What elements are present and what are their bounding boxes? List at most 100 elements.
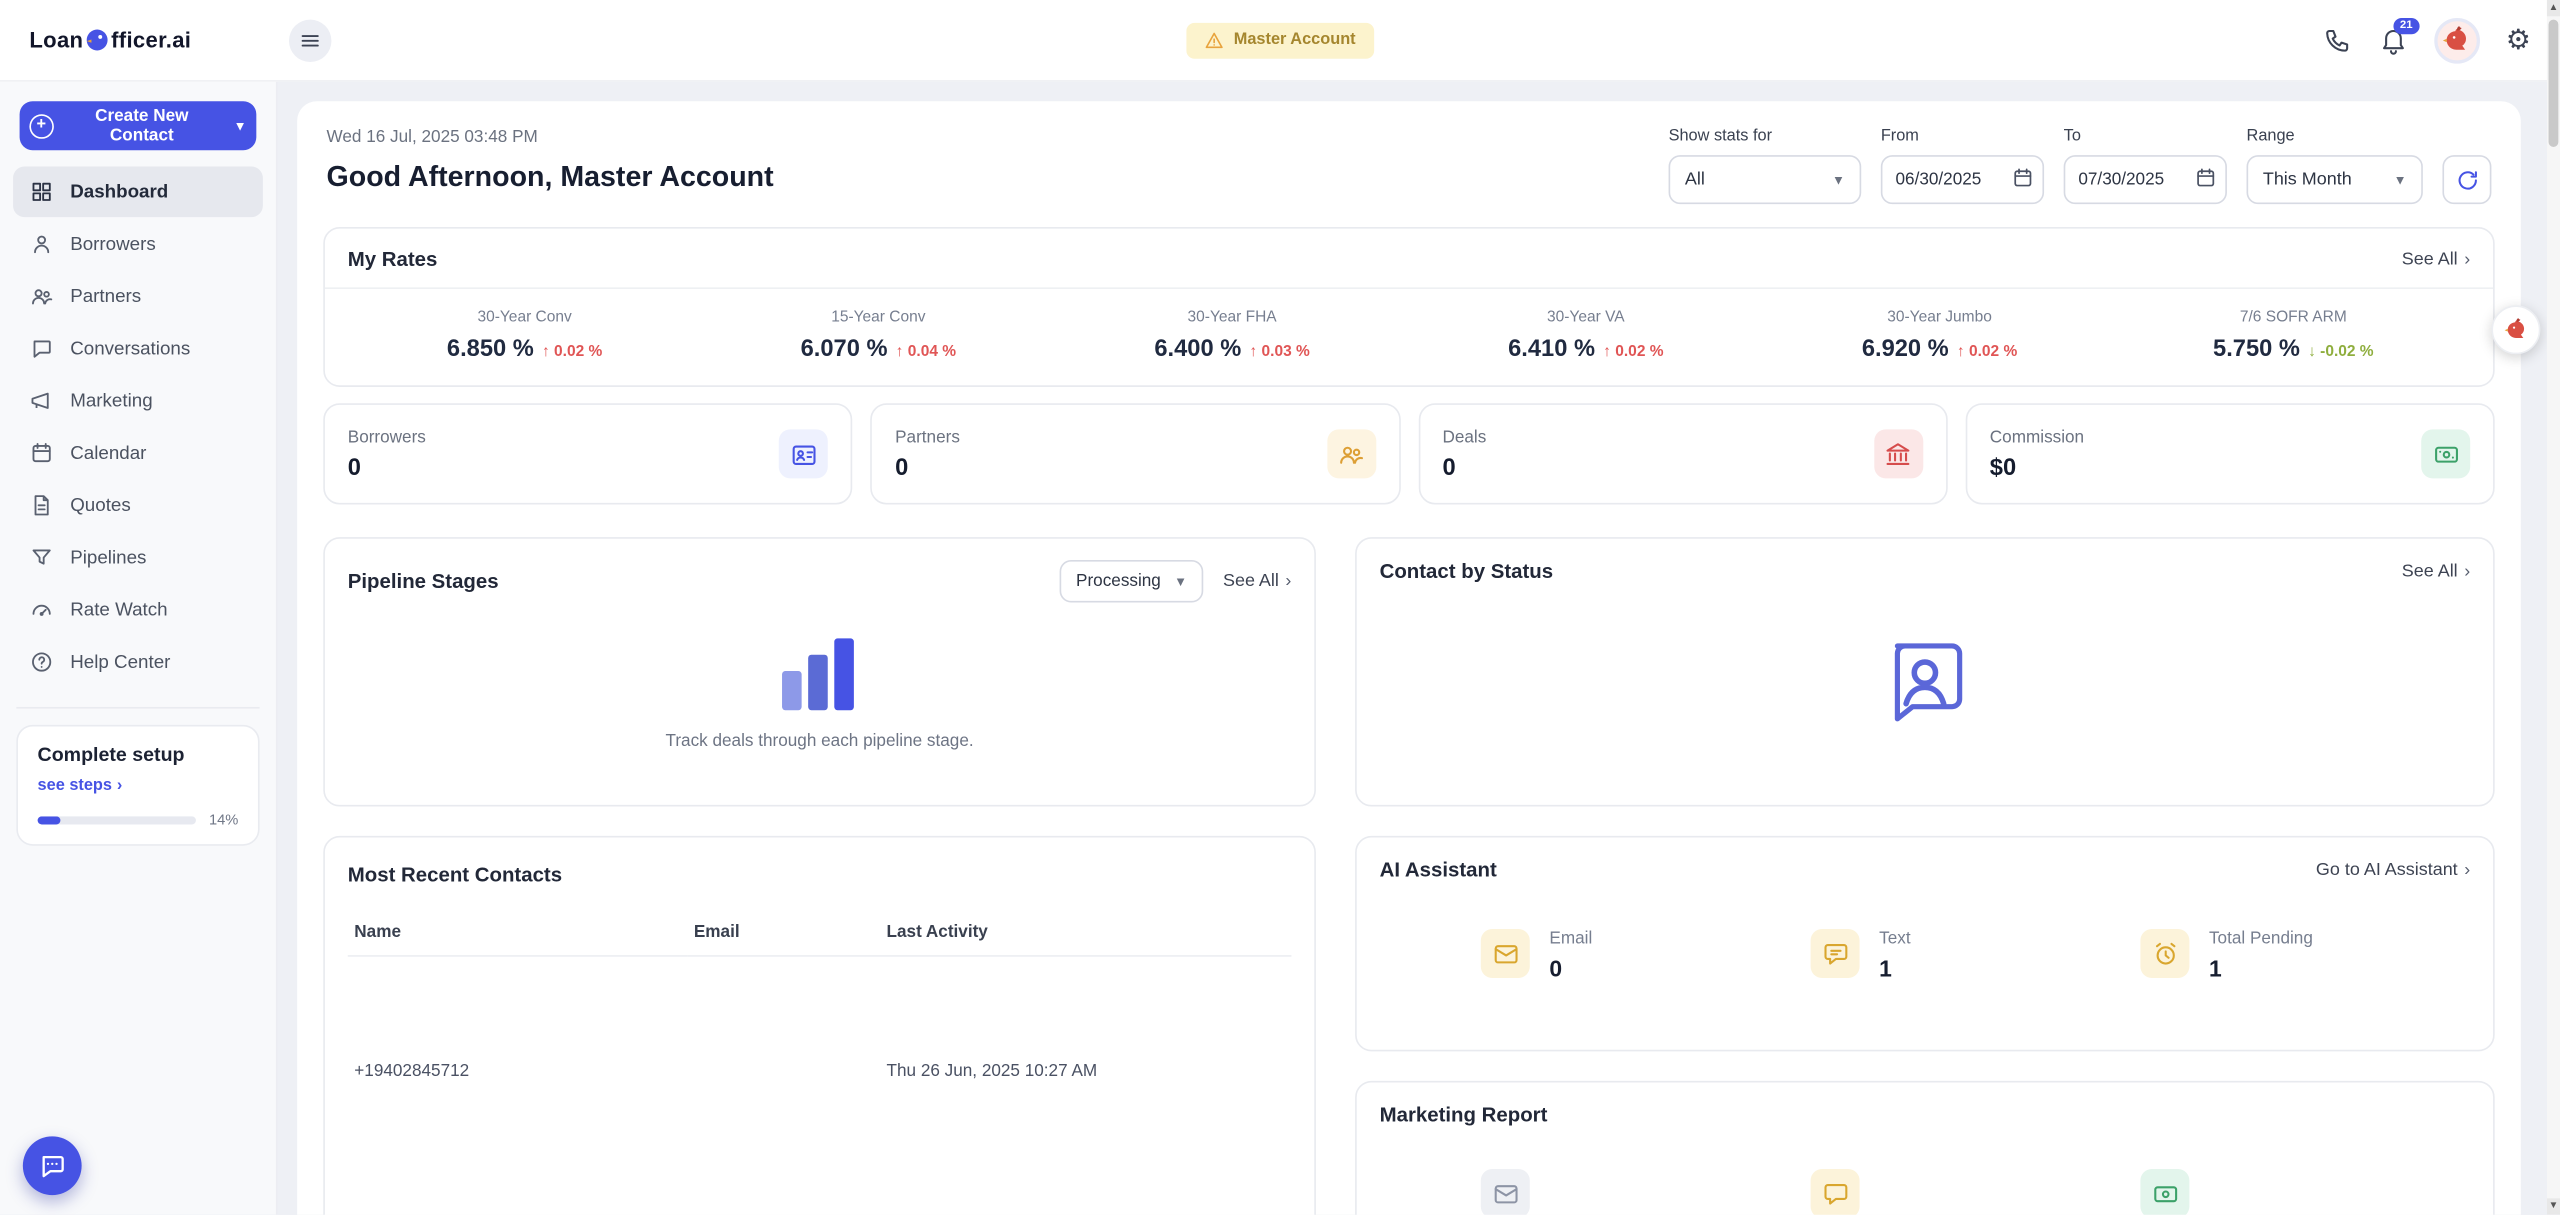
calendar-icon[interactable] (2011, 167, 2034, 190)
rate-value: 6.850 % (447, 336, 534, 362)
account-avatar[interactable] (2434, 17, 2480, 63)
phone-button[interactable] (2323, 25, 2352, 54)
chat-widget-button[interactable] (23, 1136, 82, 1195)
rate-label: 30-Year Conv (348, 309, 702, 327)
refresh-button[interactable] (2442, 155, 2491, 204)
contact-card-icon (779, 429, 828, 478)
ai-assistant-card: AI Assistant Go to AI Assistant› Email0 … (1355, 836, 2495, 1052)
scroll-down-arrow[interactable]: ▼ (2547, 1198, 2560, 1214)
ai-stat-label: Total Pending (2209, 929, 2313, 949)
ai-stat-value: 0 (1549, 955, 1592, 981)
rate-item: 7/6 SOFR ARM 5.750 %↓ -0.02 % (2116, 309, 2470, 363)
contact-by-status-card: Contact by Status See All› (1355, 537, 2495, 806)
right-column: Contact by Status See All› (1355, 537, 2495, 1215)
assistant-rooster-button[interactable] (2491, 305, 2540, 354)
sidebar-item-quotes[interactable]: Quotes (13, 480, 263, 531)
up-arrow-icon: ↑ (542, 343, 550, 361)
range-select[interactable]: This Month ▼ (2247, 155, 2423, 204)
rooster-icon (2503, 315, 2529, 344)
page-title: Good Afternoon, Master Account (327, 160, 774, 194)
rate-label: 7/6 SOFR ARM (2116, 309, 2470, 327)
up-arrow-icon: ↑ (896, 343, 904, 361)
up-arrow-icon: ↑ (1603, 343, 1611, 361)
contact-status-see-all-link[interactable]: See All› (2402, 562, 2470, 582)
up-arrow-icon: ↑ (1957, 343, 1965, 361)
column-header-email[interactable]: Email (687, 909, 880, 956)
stats-filters: Show stats for All ▼ From (1669, 127, 2492, 204)
down-arrow-icon: ↓ (2308, 343, 2316, 361)
chat-bubble-icon (38, 1151, 67, 1180)
document-icon (29, 493, 53, 517)
range-label: Range (2247, 127, 2423, 145)
person-icon (29, 232, 53, 256)
pipeline-stage-value: Processing (1076, 571, 1161, 591)
gauge-icon (29, 598, 53, 622)
go-to-ai-assistant-link[interactable]: Go to AI Assistant› (2316, 860, 2470, 880)
sidebar-item-label: Calendar (70, 443, 146, 463)
chevron-down-icon: ▼ (1832, 172, 1845, 187)
pipeline-stages-card: Pipeline Stages Processing ▼ See All› (323, 537, 1316, 806)
ai-stat-total-pending: Total Pending1 (2140, 929, 2470, 981)
rate-label: 15-Year Conv (701, 309, 1055, 327)
sidebar-item-label: Partners (70, 287, 141, 307)
show-stats-select[interactable]: All ▼ (1669, 155, 1862, 204)
recent-contacts-card: Most Recent Contacts Name Email Last Act… (323, 836, 1316, 1215)
sidebar-item-label: Rate Watch (70, 600, 167, 620)
rate-label: 30-Year FHA (1055, 309, 1409, 327)
dashboard-icon (29, 180, 53, 204)
sms-icon (1811, 929, 1860, 978)
pipeline-stage-select[interactable]: Processing ▼ (1060, 560, 1204, 602)
stat-card-borrowers[interactable]: Borrowers0 (323, 403, 852, 504)
plus-icon: + (29, 113, 53, 137)
scroll-up-arrow[interactable]: ▲ (2547, 0, 2560, 16)
stat-label: Commission (1990, 427, 2084, 447)
column-header-name[interactable]: Name (348, 909, 688, 956)
master-account-badge[interactable]: Master Account (1186, 22, 1373, 58)
contact-status-empty-icon (1879, 638, 1970, 729)
app: Loan fficer.ai Master Account (0, 0, 2560, 1215)
sidebar-item-dashboard[interactable]: Dashboard (13, 167, 263, 218)
marketing-report-card: Marketing Report (1355, 1081, 2495, 1215)
rate-value: 5.750 % (2213, 336, 2300, 362)
stat-value: 0 (1442, 455, 1486, 481)
rate-item: 15-Year Conv 6.070 %↑ 0.04 % (701, 309, 1055, 363)
sidebar-item-conversations[interactable]: Conversations (13, 323, 263, 374)
ai-assistant-title: AI Assistant (1380, 859, 1497, 882)
scrollbar-thumb[interactable] (2549, 20, 2559, 147)
sidebar-item-help-center[interactable]: Help Center (13, 637, 263, 688)
settings-button[interactable]: ⚙ (2506, 26, 2531, 54)
stat-card-partners[interactable]: Partners0 (871, 403, 1400, 504)
ai-stat-label: Text (1879, 929, 1910, 949)
sidebar-item-calendar[interactable]: Calendar (13, 428, 263, 479)
sidebar-item-rate-watch[interactable]: Rate Watch (13, 584, 263, 635)
show-stats-label: Show stats for (1669, 127, 1862, 145)
rates-see-all-link[interactable]: See All› (2402, 250, 2470, 270)
create-button-label: Create New Contact (63, 106, 220, 145)
logo-text-right: fficer.ai (111, 28, 191, 52)
help-icon (29, 650, 53, 674)
stat-card-commission[interactable]: Commission$0 (1965, 403, 2494, 504)
column-header-last-activity[interactable]: Last Activity (880, 909, 1291, 956)
rooster-icon (2441, 24, 2472, 55)
ai-stat-label: Email (1549, 929, 1592, 949)
pipeline-see-all-link[interactable]: See All› (1223, 571, 1291, 591)
sms-icon (1811, 1169, 1860, 1215)
see-steps-link[interactable]: see steps › (38, 777, 239, 795)
sidebar-divider (16, 707, 259, 709)
sidebar-item-borrowers[interactable]: Borrowers (13, 219, 263, 270)
sidebar-item-partners[interactable]: Partners (13, 271, 263, 322)
sidebar-item-label: Marketing (70, 391, 152, 411)
sidebar-item-label: Pipelines (70, 548, 146, 568)
table-row[interactable]: +19402845712 Thu 26 Jun, 2025 10:27 AM (348, 1048, 1292, 1094)
sidebar-item-pipelines[interactable]: Pipelines (13, 532, 263, 583)
notifications-button[interactable]: 21 (2378, 25, 2407, 54)
stat-card-deals[interactable]: Deals0 (1418, 403, 1947, 504)
rate-change: 0.02 % (1969, 343, 2017, 361)
menu-toggle-button[interactable] (289, 19, 331, 61)
from-date-field (1881, 155, 2044, 204)
scrollbar[interactable]: ▲ ▼ (2547, 0, 2560, 1215)
create-new-contact-button[interactable]: + Create New Contact ▼ (20, 101, 257, 150)
sidebar-item-marketing[interactable]: Marketing (13, 376, 263, 427)
alarm-clock-icon (2140, 929, 2189, 978)
calendar-icon[interactable] (2194, 167, 2217, 190)
